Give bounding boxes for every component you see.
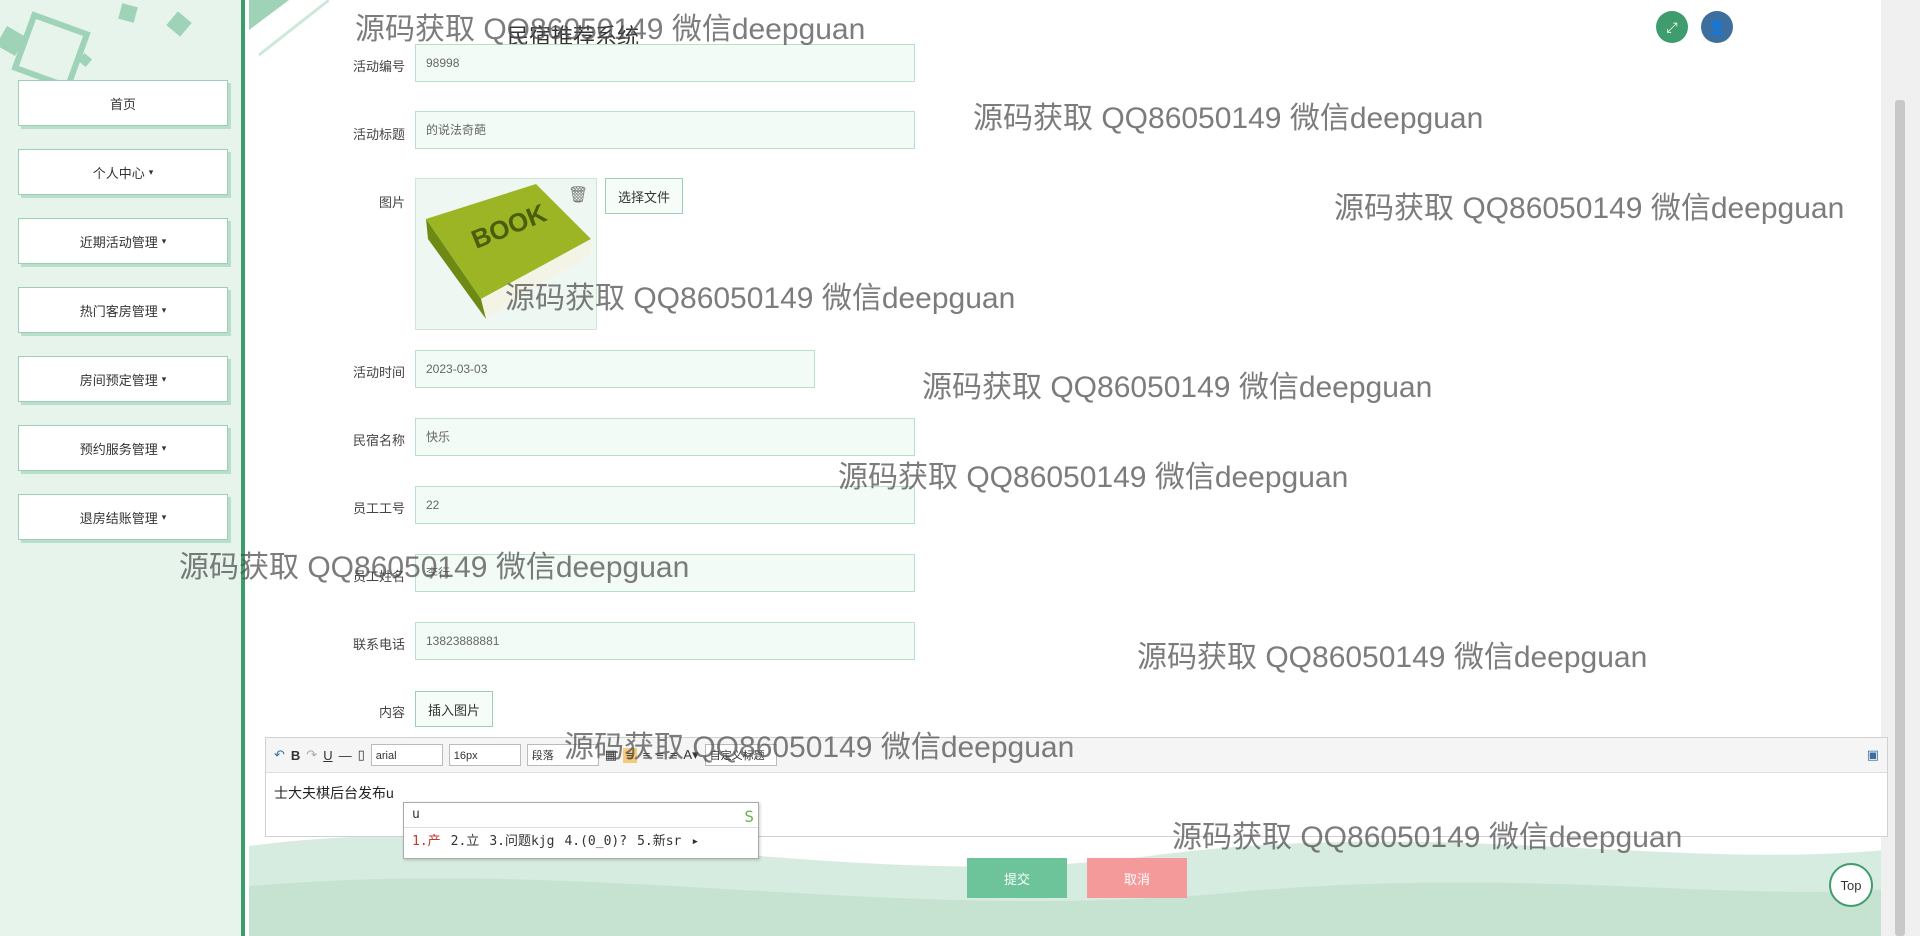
caret-down-icon: ▾ [161, 442, 167, 453]
align-center-icon[interactable]: ≡ [643, 748, 651, 763]
source-code-icon[interactable]: ▣ [1867, 747, 1879, 763]
caret-down-icon: ▾ [148, 166, 154, 177]
sidebar-item-label: 房间预定管理 [79, 372, 158, 388]
staff-name-field[interactable]: 李行 [415, 554, 915, 592]
sidebar-item-label: 个人中心 [92, 165, 145, 181]
ime-next-icon[interactable]: ▸ [691, 828, 699, 856]
sidebar-item-label: 近期活动管理 [79, 234, 158, 250]
sidebar-item-service-management[interactable]: 预约服务管理 ▾ [18, 425, 228, 471]
sogou-icon: S [744, 807, 754, 826]
cancel-button[interactable]: 取消 [1087, 858, 1187, 898]
phone-label: 联系电话 [352, 637, 405, 652]
choose-file-button[interactable]: 选择文件 [605, 178, 684, 214]
custom-title-select[interactable]: 自定义标题 [704, 744, 777, 766]
paste-icon[interactable]: ▯ [358, 747, 365, 763]
user-icon[interactable]: 👤 [1701, 11, 1733, 43]
sidebar-item-label: 预约服务管理 [79, 441, 158, 457]
sidebar: 首页 个人中心 ▾ 近期活动管理 ▾ 热门客房管理 ▾ 房间预定管理 ▾ 预约服务管理 ▾… [0, 0, 245, 936]
editor-toolbar: ↶ B ↷ U — ▯ arial 16px 段落 ▦ ≡ ≡ ≡ ≡ A▾ 自… [266, 738, 1887, 773]
caret-down-icon: ▾ [161, 511, 167, 522]
font-select[interactable]: arial [370, 744, 443, 766]
scrollbar-thumb[interactable] [1895, 100, 1905, 936]
horizontal-rule-icon[interactable]: — [339, 748, 352, 763]
decoration [11, 11, 91, 91]
back-to-top-button[interactable]: Top [1829, 863, 1873, 907]
ime-candidate[interactable]: 4.(0_0)? [564, 828, 627, 856]
caret-down-icon: ▾ [161, 235, 167, 246]
ime-candidate[interactable]: 5.新sr [637, 828, 681, 856]
activity-title-label: 活动标题 [352, 127, 405, 142]
homestay-name-field[interactable]: 快乐 [415, 418, 915, 456]
underline-icon[interactable]: U [323, 748, 332, 763]
activity-no-label: 活动编号 [352, 59, 405, 74]
sidebar-item-label: 热门客房管理 [79, 303, 158, 319]
sidebar-item-booking-management[interactable]: 房间预定管理 ▾ [18, 356, 228, 402]
sidebar-item-activity-management[interactable]: 近期活动管理 ▾ [18, 218, 228, 264]
activity-title-field[interactable]: 的说法奇葩 [415, 111, 915, 149]
bold-icon[interactable]: B [291, 748, 300, 763]
table-icon[interactable]: ▦ [605, 747, 617, 763]
sidebar-item-home[interactable]: 首页 [18, 80, 228, 126]
activity-time-label: 活动时间 [352, 365, 405, 380]
align-justify-icon[interactable]: ≡ [670, 748, 678, 763]
sidebar-item-label: 退房结账管理 [79, 510, 158, 526]
content-label: 内容 [378, 705, 405, 720]
sidebar-item-room-management[interactable]: 热门客房管理 ▾ [18, 287, 228, 333]
insert-image-button[interactable]: 插入图片 [415, 691, 494, 727]
decoration [118, 3, 138, 23]
ime-candidate[interactable]: 1.产 [412, 828, 441, 856]
ime-input: u [412, 807, 420, 822]
font-size-select[interactable]: 16px [448, 744, 521, 766]
homestay-name-label: 民宿名称 [352, 433, 405, 448]
trash-icon[interactable]: 🗑 [568, 185, 588, 205]
align-left-icon[interactable]: ≡ [623, 747, 637, 763]
sidebar-item-personal-center[interactable]: 个人中心 ▾ [18, 149, 228, 195]
ime-candidate[interactable]: 2.立 [451, 828, 480, 856]
sidebar-item-label: 首页 [109, 96, 136, 112]
decoration [166, 11, 192, 37]
staff-name-label: 员工姓名 [352, 569, 405, 584]
caret-down-icon: ▾ [161, 304, 167, 315]
ime-candidate[interactable]: 3.问题kjg [489, 828, 554, 856]
undo-icon[interactable]: ↶ [274, 747, 285, 763]
activity-no-field[interactable]: 98998 [415, 44, 915, 82]
sidebar-item-checkout-management[interactable]: 退房结账管理 ▾ [18, 494, 228, 540]
submit-button[interactable]: 提交 [967, 858, 1067, 898]
phone-field[interactable]: 13823888881 [415, 622, 915, 660]
staff-no-label: 员工工号 [352, 501, 405, 516]
fullscreen-icon[interactable]: ⤢ [1656, 11, 1688, 43]
activity-time-field[interactable]: 2023-03-03 [415, 350, 815, 388]
caret-down-icon: ▾ [161, 373, 167, 384]
ime-candidate-popup: u S 1.产 2.立 3.问题kjg 4.(0_0)? 5.新sr ▸ [403, 802, 759, 859]
staff-no-field[interactable]: 22 [415, 486, 915, 524]
font-color-icon[interactable]: A▾ [683, 747, 698, 763]
image-label: 图片 [378, 195, 405, 210]
align-right-icon[interactable]: ≡ [656, 748, 664, 763]
corner-decoration [249, 0, 329, 57]
redo-icon[interactable]: ↷ [306, 747, 317, 763]
paragraph-select[interactable]: 段落 [526, 744, 599, 766]
